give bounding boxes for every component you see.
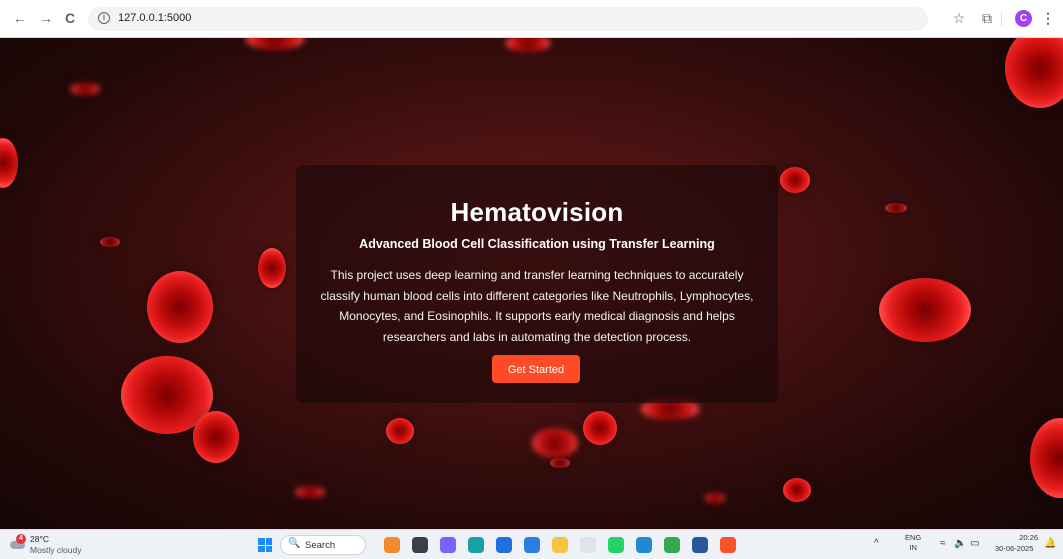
blood-cell-decoration xyxy=(70,83,100,95)
blood-cell-decoration xyxy=(885,203,907,213)
blood-cell-decoration xyxy=(550,458,570,468)
language-code: ENG xyxy=(905,533,922,542)
url-text[interactable]: 127.0.0.1:5000 xyxy=(118,12,191,24)
extensions-icon[interactable]: ⧉ xyxy=(979,10,995,26)
blood-cell-decoration xyxy=(0,138,18,188)
notepad-icon[interactable] xyxy=(580,537,596,553)
mail-icon[interactable] xyxy=(524,537,540,553)
notification-bell-icon[interactable]: 🔔 xyxy=(1044,538,1056,549)
tray-overflow-chevron-icon[interactable]: ^ xyxy=(874,538,879,549)
page-subtitle: Advanced Blood Cell Classification using… xyxy=(359,237,715,251)
weather-condition[interactable]: Mostly cloudy xyxy=(30,545,82,555)
blood-cell-decoration xyxy=(1030,418,1063,498)
blood-cell-decoration xyxy=(147,271,213,343)
weather-temperature[interactable]: 28°C xyxy=(30,534,49,544)
project-description: This project uses deep learning and tran… xyxy=(320,268,754,344)
brave-icon[interactable] xyxy=(720,537,736,553)
blood-cell-decoration xyxy=(505,38,551,52)
weather-cloud-icon[interactable]: 4 xyxy=(10,534,26,550)
forward-arrow-icon[interactable]: → xyxy=(38,10,54,26)
hero-background: Hematovision Advanced Blood Cell Classif… xyxy=(0,38,1063,529)
windows-start-icon[interactable] xyxy=(258,538,272,552)
widgets-icon[interactable] xyxy=(384,537,400,553)
page-title: Hematovision xyxy=(450,197,624,227)
site-info-icon[interactable]: i xyxy=(98,12,110,24)
region-code: IN xyxy=(909,543,917,552)
copilot-icon[interactable] xyxy=(440,537,456,553)
blood-cell-decoration xyxy=(245,38,305,50)
wifi-icon[interactable]: ≈ xyxy=(940,538,946,549)
blood-cell-decoration xyxy=(258,248,286,288)
blood-cell-decoration xyxy=(1005,38,1063,108)
intro-card: Hematovision Advanced Blood Cell Classif… xyxy=(296,165,778,403)
windows-taskbar: 4 28°C Mostly cloudy 🔍 Search ^ ENG IN ≈… xyxy=(0,529,1063,559)
blood-cell-decoration xyxy=(193,411,239,463)
address-bar[interactable]: i 127.0.0.1:5000 xyxy=(88,7,928,31)
bookmark-star-icon[interactable]: ☆ xyxy=(951,10,967,26)
chrome-icon[interactable] xyxy=(664,537,680,553)
calculator-icon[interactable] xyxy=(496,537,512,553)
blood-cell-decoration xyxy=(783,478,811,502)
input-language-indicator[interactable]: ENG IN xyxy=(905,533,921,553)
toolbar-divider xyxy=(1001,12,1002,26)
blood-cell-decoration xyxy=(583,411,617,445)
vscode-icon[interactable] xyxy=(636,537,652,553)
clock-time[interactable]: 20:26 xyxy=(1010,533,1038,543)
volume-icon[interactable]: 🔈 xyxy=(954,538,966,549)
blood-cell-decoration xyxy=(100,237,120,247)
get-started-button[interactable]: Get Started xyxy=(492,355,580,383)
blood-cell-decoration xyxy=(386,418,414,444)
browser-menu-icon[interactable]: ⋮ xyxy=(1040,10,1056,26)
profile-avatar[interactable]: C xyxy=(1015,10,1032,27)
browser-toolbar: ← → C i 127.0.0.1:5000 ☆ ⧉ C ⋮ xyxy=(0,0,1063,38)
task-view-icon[interactable] xyxy=(412,537,428,553)
blood-cell-decoration xyxy=(295,486,325,498)
blood-cell-decoration xyxy=(879,278,971,342)
blood-cell-decoration xyxy=(532,428,578,458)
search-placeholder: Search xyxy=(305,540,336,551)
blood-cell-decoration xyxy=(705,493,725,503)
blood-cell-decoration xyxy=(780,167,810,193)
word-icon[interactable] xyxy=(692,537,708,553)
back-arrow-icon[interactable]: ← xyxy=(12,10,28,26)
reload-icon[interactable]: C xyxy=(62,10,78,26)
edge-icon[interactable] xyxy=(468,537,484,553)
taskbar-search-box[interactable]: 🔍 Search xyxy=(280,535,366,555)
battery-icon[interactable]: ▭ xyxy=(970,538,979,549)
weather-badge: 4 xyxy=(16,534,26,544)
whatsapp-icon[interactable] xyxy=(608,537,624,553)
file-explorer-icon[interactable] xyxy=(552,537,568,553)
search-icon: 🔍 xyxy=(288,538,301,549)
clock-date[interactable]: 30-06-2025 xyxy=(995,544,1033,553)
